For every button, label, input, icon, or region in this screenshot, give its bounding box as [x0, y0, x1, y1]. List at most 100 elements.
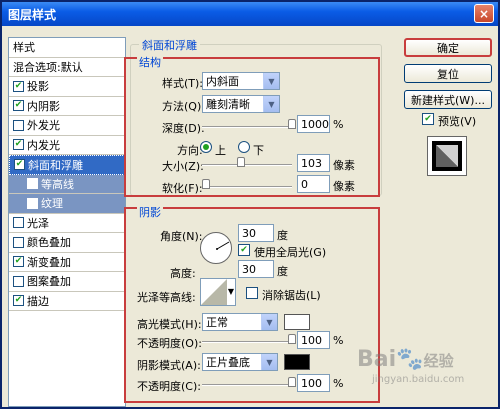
altitude-label: 高度: [170, 267, 196, 280]
style-item[interactable]: 图案叠加 [9, 272, 125, 292]
style-item-label: 外发光 [27, 119, 60, 133]
style-item-checkbox[interactable] [27, 197, 38, 209]
size-slider-thumb[interactable] [237, 157, 246, 167]
layer-style-dialog: 图层样式 × 样式 混合选项:默认 ✔ 投影 ✔ 内阴影 外发光 ✔ 内发光 ✔ 斜面和浮雕 等高… [0, 0, 500, 409]
depth-label: 深度(D): [162, 122, 205, 135]
opacity2-slider[interactable] [202, 384, 292, 386]
highlight-mode-select[interactable]: 正常 ▼ [202, 313, 278, 331]
reset-button-label: 复位 [437, 67, 459, 81]
style-item[interactable]: ✔ 渐变叠加 [9, 253, 125, 272]
style-item-label: 描边 [27, 294, 49, 308]
angle-input-value: 30 [242, 226, 256, 240]
style-item-checkbox[interactable]: ✔ [13, 256, 24, 268]
style-item[interactable]: ✔ 内发光 [9, 136, 125, 155]
shadow-mode-select[interactable]: 正片叠底 ▼ [202, 353, 278, 371]
style-item-checkbox[interactable]: ✔ [13, 139, 24, 151]
soften-input[interactable]: 0 [297, 175, 330, 193]
opacity2-label: 不透明度(C): [137, 380, 201, 393]
style-item-label: 内发光 [27, 138, 60, 152]
style-item[interactable]: ✔ 描边 [9, 292, 125, 311]
technique-select[interactable]: 雕刻清晰 ▼ [202, 95, 280, 113]
dialog-title: 图层样式 [8, 7, 57, 22]
style-item[interactable]: 等高线 [9, 174, 125, 194]
direction-down-radio[interactable] [238, 141, 250, 153]
style-item-label: 图案叠加 [27, 275, 71, 289]
style-item-label: 斜面和浮雕 [28, 158, 83, 172]
style-item[interactable]: ✔ 斜面和浮雕 [9, 155, 125, 175]
style-item[interactable]: 颜色叠加 [9, 233, 125, 253]
opacity1-unit: % [333, 334, 344, 347]
close-icon: × [478, 6, 490, 21]
anti-alias-checkbox[interactable] [246, 287, 258, 299]
style-item[interactable]: ✔ 投影 [9, 77, 125, 97]
direction-up-radio[interactable] [200, 141, 212, 153]
style-item-checkbox[interactable]: ✔ [14, 159, 25, 171]
style-item-checkbox[interactable]: ✔ [13, 295, 24, 307]
close-button[interactable]: × [474, 4, 494, 23]
style-item-checkbox[interactable] [13, 236, 24, 248]
depth-input[interactable]: 1000 [297, 115, 330, 133]
style-item-checkbox[interactable] [13, 275, 24, 287]
styles-header[interactable]: 样式 [9, 38, 125, 58]
technique-label: 方法(Q): [162, 100, 205, 113]
opacity2-unit: % [333, 377, 344, 390]
new-style-button[interactable]: 新建样式(W)... [404, 90, 492, 109]
depth-slider[interactable] [202, 126, 292, 128]
style-label: 样式(T): [162, 77, 204, 90]
shadow-mode-value: 正片叠底 [206, 356, 250, 369]
paw-icon: 🐾 [396, 347, 424, 372]
chevron-down-icon: ▼ [263, 73, 279, 89]
angle-unit: 度 [277, 229, 288, 242]
ok-button[interactable]: 确定 [404, 38, 492, 57]
style-item-label: 内阴影 [27, 99, 60, 113]
style-item[interactable]: 外发光 [9, 116, 125, 136]
altitude-unit: 度 [277, 265, 288, 278]
opacity2-input[interactable]: 100 [297, 374, 330, 392]
shadow-color-swatch[interactable] [284, 354, 310, 370]
style-select[interactable]: 内斜面 ▼ [202, 72, 280, 90]
soften-slider-thumb[interactable] [202, 179, 210, 189]
preview-checkbox[interactable]: ✔ [422, 113, 434, 125]
altitude-input-value: 30 [242, 262, 256, 276]
global-light-checkbox[interactable]: ✔ [238, 244, 250, 256]
style-item[interactable]: 纹理 [9, 194, 125, 214]
style-item[interactable]: ✔ 内阴影 [9, 97, 125, 116]
opacity1-slider[interactable] [202, 341, 292, 343]
blending-options-item[interactable]: 混合选项:默认 [9, 58, 125, 77]
gloss-contour-label: 光泽等高线: [137, 291, 196, 304]
angle-input[interactable]: 30 [238, 224, 274, 242]
reset-button[interactable]: 复位 [404, 64, 492, 83]
chevron-down-icon: ▼ [263, 96, 279, 112]
style-item-label: 光泽 [27, 216, 49, 230]
watermark-brand-text: Bai [357, 347, 397, 372]
style-item-checkbox[interactable] [13, 119, 24, 131]
highlight-color-swatch[interactable] [284, 314, 310, 330]
angle-dial-icon [216, 241, 230, 250]
style-item[interactable]: 光泽 [9, 214, 125, 233]
style-preview-thumbnail [427, 136, 467, 176]
opacity1-label: 不透明度(O): [137, 337, 202, 350]
altitude-input[interactable]: 30 [238, 260, 274, 278]
style-item-checkbox[interactable]: ✔ [13, 80, 24, 92]
gloss-contour-picker[interactable]: ▼ [200, 278, 236, 306]
opacity1-slider-thumb[interactable] [288, 334, 296, 344]
size-input[interactable]: 103 [297, 154, 330, 172]
size-unit: 像素 [333, 159, 355, 172]
style-item-checkbox[interactable]: ✔ [13, 100, 24, 112]
opacity1-input-value: 100 [301, 333, 322, 347]
structure-title: 结构 [137, 54, 163, 70]
chevron-down-icon: ▼ [261, 354, 277, 370]
style-item-checkbox[interactable] [27, 178, 38, 190]
direction-down-label: 下 [253, 144, 264, 157]
soften-slider[interactable] [202, 186, 292, 188]
style-item-checkbox[interactable] [13, 217, 24, 229]
direction-up-label: 上 [215, 144, 226, 157]
bevel-group-title: 斜面和浮雕 [139, 37, 200, 53]
opacity2-slider-thumb[interactable] [288, 377, 296, 387]
depth-slider-thumb[interactable] [288, 119, 296, 129]
opacity1-input[interactable]: 100 [297, 331, 330, 349]
highlight-mode-label: 高光模式(H): [137, 318, 202, 331]
size-slider[interactable] [202, 164, 292, 166]
angle-dial[interactable] [200, 232, 232, 264]
title-bar: 图层样式 × [2, 2, 498, 26]
